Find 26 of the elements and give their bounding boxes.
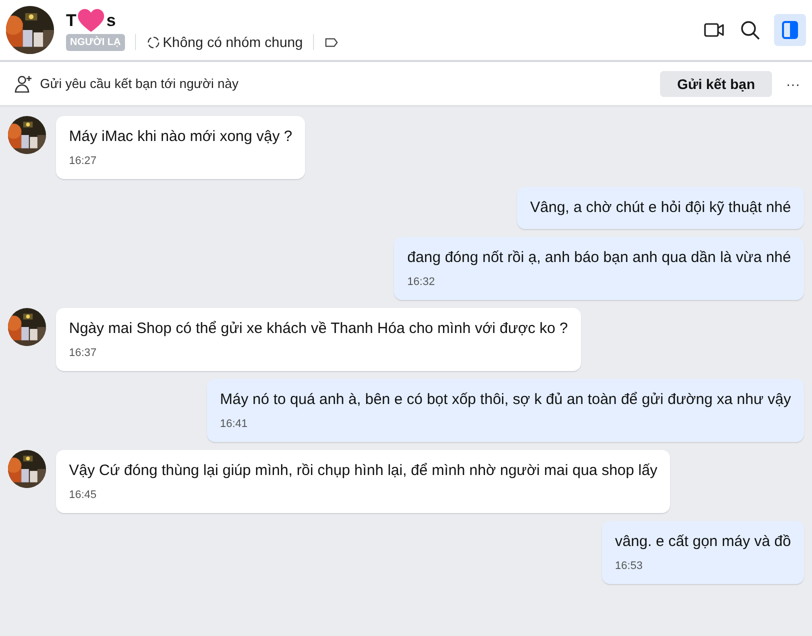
message-time: 16:37	[69, 347, 98, 359]
message-time: 16:27	[69, 155, 98, 167]
side-panel-icon	[780, 20, 800, 40]
message-text: Máy iMac khi nào mới xong vậy ?	[69, 128, 292, 146]
add-friend-icon	[14, 74, 34, 94]
message-text: vâng. e cất gọn máy và đồ	[615, 533, 791, 551]
contact-name: s	[106, 10, 116, 30]
stranger-badge: NGƯỜI LẠ	[66, 34, 125, 50]
group-icon	[146, 34, 161, 50]
side-panel-button[interactable]	[774, 14, 806, 46]
message-text: Máy nó to quá anh à, bên e có bọt xốp thôi, sợ k đủ an toàn để gửi đường xa như vậy	[220, 391, 791, 409]
friend-request-text: Gửi yêu cầu kết bạn tới người này	[40, 76, 240, 91]
message-text: Ngày mai Shop có thể gửi xe khách về Thanh Hóa cho mình với được ko ?	[69, 320, 568, 338]
contact-name: T	[66, 10, 76, 30]
message-text: đang đóng nốt rồi ạ, anh báo bạn anh qua dần là vừa nhé	[407, 249, 791, 267]
message-time: 16:45	[69, 489, 98, 501]
heart-icon	[77, 8, 106, 32]
message-time: 16:32	[407, 276, 436, 288]
more-button[interactable]: ···	[772, 76, 800, 92]
add-friend-button[interactable]: Gửi kết bạn	[660, 70, 772, 96]
search-icon[interactable]	[738, 18, 762, 42]
message-text: Vậy Cứ đóng thùng lại giúp mình, rồi chụp hình lại, để mình nhờ người mai qua shop lấy	[69, 462, 658, 480]
message-text: Vâng, a chờ chút e hỏi đội kỹ thuật nhé	[530, 199, 791, 217]
message-time: 16:41	[220, 418, 249, 430]
common-groups-label[interactable]: Không có nhóm chung	[162, 34, 303, 50]
message-time: 16:53	[615, 560, 644, 572]
